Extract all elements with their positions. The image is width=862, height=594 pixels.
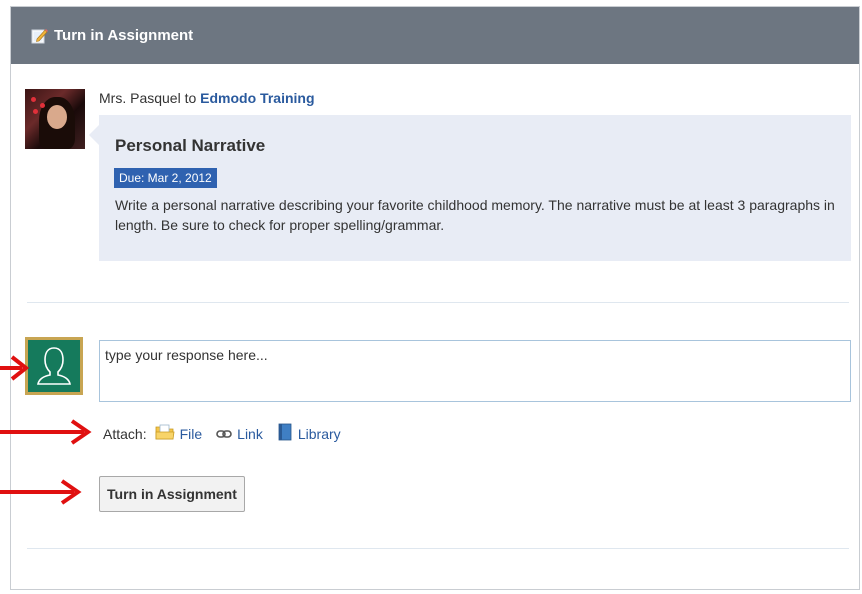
- attach-label: Attach:: [103, 425, 147, 442]
- folder-icon: [155, 423, 175, 444]
- book-icon: [277, 423, 293, 444]
- author-name: Mrs. Pasquel: [99, 90, 181, 106]
- student-avatar: [25, 337, 83, 395]
- assignment-card: Personal Narrative Due: Mar 2, 2012 Writ…: [99, 115, 851, 261]
- section-divider: [27, 302, 849, 303]
- post-meta: Mrs. Pasquel to Edmodo Training: [99, 90, 315, 106]
- attach-file-link[interactable]: File: [155, 423, 203, 444]
- annotation-arrow-avatar: [0, 355, 30, 381]
- annotation-arrow-attach: [0, 419, 92, 445]
- panel-title: Turn in Assignment: [54, 27, 194, 44]
- attach-link-link[interactable]: Link: [216, 426, 263, 442]
- chain-link-icon: [216, 426, 232, 442]
- panel-header: Turn in Assignment: [11, 7, 859, 64]
- assignment-title: Personal Narrative: [115, 136, 266, 155]
- user-silhouette-icon: [37, 347, 71, 385]
- teacher-avatar[interactable]: [25, 89, 85, 149]
- attach-library-link[interactable]: Library: [277, 423, 341, 444]
- attach-library-label: Library: [297, 425, 341, 442]
- card-pointer: [89, 125, 99, 145]
- footer-divider: [27, 548, 849, 549]
- turn-in-assignment-button[interactable]: Turn in Assignment: [99, 476, 245, 512]
- response-input[interactable]: [99, 340, 851, 402]
- attach-row: Attach: File Link Library: [103, 423, 355, 444]
- assignment-description: Write a personal narrative describing yo…: [115, 197, 835, 233]
- attach-file-label: File: [179, 425, 203, 442]
- turn-in-assignment-panel: Turn in Assignment Mrs. Pasquel to Edmod…: [10, 6, 860, 590]
- annotation-arrow-submit: [0, 479, 82, 505]
- due-date-badge: Due: Mar 2, 2012: [114, 168, 217, 188]
- post-connector: to: [184, 90, 197, 106]
- attach-link-label: Link: [237, 425, 263, 442]
- edit-pencil-icon: [31, 27, 48, 44]
- group-link[interactable]: Edmodo Training: [200, 90, 314, 106]
